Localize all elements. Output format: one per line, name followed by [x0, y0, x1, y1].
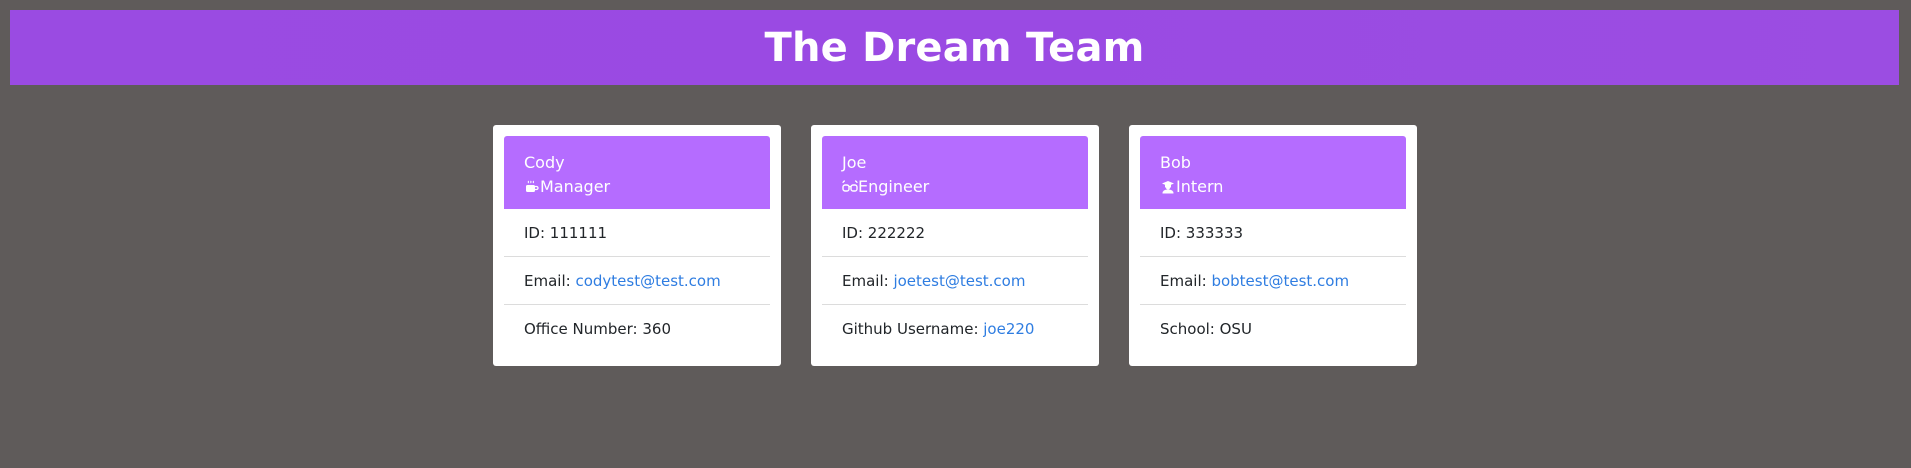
coffee-mug-icon — [524, 179, 540, 195]
id-label: ID: — [524, 224, 550, 242]
email-label: Email: — [1160, 272, 1212, 290]
email-label: Email: — [842, 272, 894, 290]
github-row: Github Username: joe220 — [822, 305, 1088, 353]
email-label: Email: — [524, 272, 576, 290]
graduate-icon — [1160, 179, 1176, 195]
id-label: ID: — [842, 224, 868, 242]
id-row: ID: 111111 — [504, 209, 770, 257]
github-label: Github Username: — [842, 320, 984, 338]
github-link[interactable]: joe220 — [983, 320, 1034, 338]
email-link[interactable]: codytest@test.com — [575, 272, 720, 290]
page-header-banner: The Dream Team — [10, 10, 1899, 85]
school-value: OSU — [1219, 320, 1252, 338]
glasses-icon — [842, 179, 858, 195]
id-row: ID: 333333 — [1140, 209, 1406, 257]
employee-role: Intern — [1160, 175, 1386, 199]
role-label: Engineer — [858, 177, 930, 196]
employee-role: Engineer — [842, 175, 1068, 199]
email-row: Email: joetest@test.com — [822, 257, 1088, 305]
email-row: Email: bobtest@test.com — [1140, 257, 1406, 305]
employee-details: ID: 222222 Email: joetest@test.com Githu… — [822, 209, 1088, 353]
id-label: ID: — [1160, 224, 1186, 242]
role-label: Manager — [540, 177, 611, 196]
office-number-label: Office Number: — [524, 320, 643, 338]
employee-card-engineer: Joe Engineer ID: 222222 Email: joetest@t… — [811, 125, 1099, 366]
employee-name: Joe — [842, 153, 867, 172]
employee-details: ID: 111111 Email: codytest@test.com Offi… — [504, 209, 770, 353]
email-row: Email: codytest@test.com — [504, 257, 770, 305]
school-row: School: OSU — [1140, 305, 1406, 353]
id-value: 333333 — [1185, 224, 1244, 242]
id-value: 111111 — [549, 224, 608, 242]
employee-card-manager: Cody Manager ID: 111111 Email: codytest@… — [493, 125, 781, 366]
id-value: 222222 — [867, 224, 926, 242]
email-link[interactable]: bobtest@test.com — [1211, 272, 1349, 290]
email-link[interactable]: joetest@test.com — [893, 272, 1025, 290]
office-number-value: 360 — [642, 320, 672, 338]
id-row: ID: 222222 — [822, 209, 1088, 257]
employee-card-intern: Bob Intern ID: 333333 Email: bobtest@tes… — [1129, 125, 1417, 366]
page-title: The Dream Team — [764, 24, 1145, 71]
card-header: Bob Intern — [1140, 136, 1406, 209]
employee-role: Manager — [524, 175, 750, 199]
school-label: School: — [1160, 320, 1220, 338]
card-header: Cody Manager — [504, 136, 770, 209]
employee-details: ID: 333333 Email: bobtest@test.com Schoo… — [1140, 209, 1406, 353]
role-label: Intern — [1176, 177, 1224, 196]
employee-name: Cody — [524, 153, 565, 172]
office-number-row: Office Number: 360 — [504, 305, 770, 353]
employee-name: Bob — [1160, 153, 1191, 172]
team-cards: Cody Manager ID: 111111 Email: codytest@… — [493, 125, 1417, 366]
card-header: Joe Engineer — [822, 136, 1088, 209]
